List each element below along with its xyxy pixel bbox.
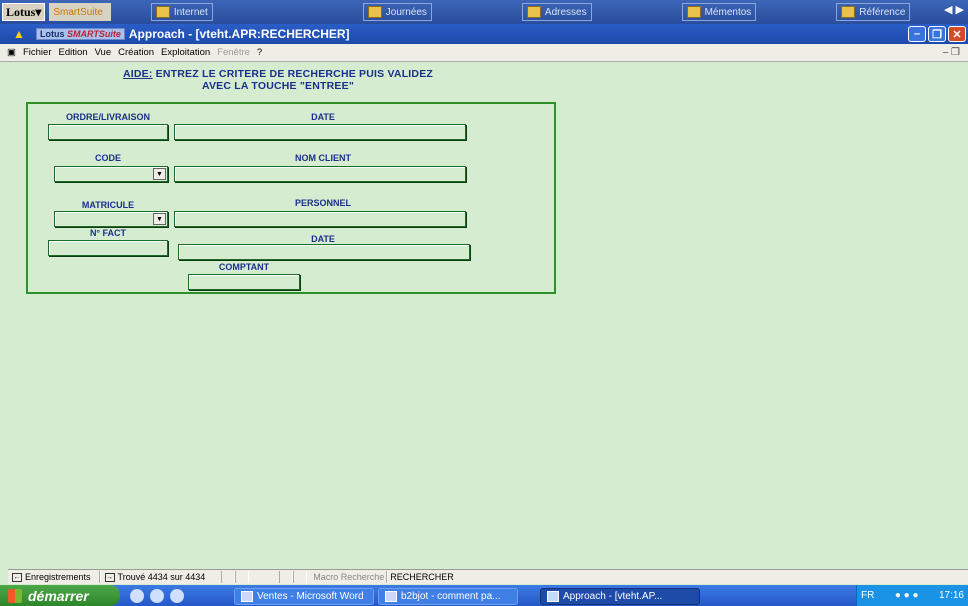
menu-fichier[interactable]: Fichier xyxy=(23,47,52,58)
lotus-menu-button[interactable]: Lotus ▾ xyxy=(2,3,46,21)
search-form: ORDRE/LIVRAISON DATE CODE NOM CLIENT ▼ M… xyxy=(26,102,556,294)
status-bar: ← Enregistrements → Trouvé 4434 sur 4434… xyxy=(8,569,968,584)
chevron-down-icon[interactable]: ▼ xyxy=(153,213,166,225)
messenger-icon xyxy=(385,591,397,602)
menu-vue[interactable]: Vue xyxy=(95,47,112,58)
adresses-tab[interactable]: Adresses xyxy=(521,3,592,21)
menu-exploitation[interactable]: Exploitation xyxy=(161,47,210,58)
menu-edition[interactable]: Edition xyxy=(59,47,88,58)
ie-icon[interactable] xyxy=(130,588,144,603)
suite-scroll-icon[interactable]: ◀ ▶ xyxy=(944,3,964,16)
internet-icon xyxy=(155,6,170,18)
internet-tab[interactable]: Internet xyxy=(150,3,213,21)
label-ordre-livraison: ORDRE/LIVRAISON xyxy=(65,112,150,122)
tray-icons[interactable]: ● ● ● xyxy=(895,590,919,601)
label-personnel: PERSONNEL xyxy=(294,198,351,208)
label-comptant: COMPTANT xyxy=(218,262,270,272)
minimize-button[interactable]: – xyxy=(908,26,926,42)
code-dropdown[interactable]: ▼ xyxy=(54,166,168,182)
title-bar: ▲ Lotus SMARTSuite Approach - [vteht.APR… xyxy=(0,24,968,44)
help-line-1: ENTREZ LE CRITERE DE RECHERCHE PUIS VALI… xyxy=(152,68,434,80)
help-text: AIDE: ENTREZ LE CRITERE DE RECHERCHE PUI… xyxy=(8,68,548,92)
label-code: CODE xyxy=(94,153,121,163)
help-label: AIDE: xyxy=(122,68,153,80)
matricule-dropdown[interactable]: ▼ xyxy=(54,211,168,227)
help-line-2: AVEC LA TOUCHE "ENTREE" xyxy=(201,80,355,92)
smartsuite-tab[interactable]: SmartSuite xyxy=(49,3,111,21)
n-fact-field[interactable] xyxy=(48,240,168,256)
label-date-2: DATE xyxy=(311,234,335,244)
approach-app-icon: ▲ xyxy=(13,27,25,41)
notes-icon xyxy=(686,6,701,18)
chevron-down-icon[interactable]: ▼ xyxy=(153,168,166,180)
label-date: DATE xyxy=(311,112,335,122)
smartsuite-bar: Lotus ▾ SmartSuite Internet Journées Adre… xyxy=(0,0,968,24)
macro-label: Macro Recherche xyxy=(313,572,385,582)
date-2-field[interactable] xyxy=(178,244,470,260)
browser-icon[interactable] xyxy=(150,588,164,603)
records-label: Enregistrements xyxy=(25,572,91,582)
nom-client-field[interactable] xyxy=(174,166,466,182)
taskbar: démarrer Ventes - Microsoft Word b2bjot … xyxy=(0,585,968,606)
macro-value[interactable]: RECHERCHER xyxy=(390,572,454,582)
found-count: Trouvé 4434 sur 4434 xyxy=(117,572,206,582)
taskbar-b2bjot[interactable]: b2bjot - comment pa... xyxy=(378,588,518,605)
window-title: Approach - [vteht.APR:RECHERCHER] xyxy=(128,27,350,41)
menu-help[interactable]: ? xyxy=(257,47,262,58)
taskbar-word[interactable]: Ventes - Microsoft Word xyxy=(234,588,374,605)
ordre-livraison-field[interactable] xyxy=(48,124,168,140)
comptant-field[interactable] xyxy=(188,274,300,290)
found-icon[interactable]: → xyxy=(104,572,115,582)
quick-launch xyxy=(130,588,184,603)
restore-button[interactable]: ❐ xyxy=(928,26,946,42)
menu-creation[interactable]: Création xyxy=(118,47,154,58)
document-icon: ▣ xyxy=(7,47,16,58)
menu-bar: ▣ Fichier Edition Vue Création Exploitat… xyxy=(0,44,968,62)
mdi-controls[interactable]: – ❐ xyxy=(943,47,960,58)
journees-tab[interactable]: Journées xyxy=(362,3,432,21)
label-n-fact: N° FACT xyxy=(89,228,127,238)
windows-logo-icon xyxy=(8,588,22,603)
label-matricule: MATRICULE xyxy=(81,200,135,210)
calendar-icon xyxy=(367,6,382,18)
personnel-field[interactable] xyxy=(174,211,466,227)
start-button[interactable]: démarrer xyxy=(0,585,120,606)
mementos-tab[interactable]: Mémentos xyxy=(681,3,757,21)
close-button[interactable]: ✕ xyxy=(948,26,966,42)
address-book-icon xyxy=(526,6,541,18)
language-indicator[interactable]: FR xyxy=(861,590,874,601)
smartsuite-logo: Lotus SMARTSuite xyxy=(36,28,125,40)
messenger-icon[interactable] xyxy=(170,588,184,603)
word-icon xyxy=(241,591,253,602)
approach-icon xyxy=(547,591,559,602)
date-field[interactable] xyxy=(174,124,466,140)
clock[interactable]: 17:16 xyxy=(939,590,964,601)
taskbar-approach[interactable]: Approach - [vteht.AP... xyxy=(540,588,700,605)
system-tray: FR ● ● ● 17:16 xyxy=(856,585,968,606)
form-canvas: AIDE: ENTREZ LE CRITERE DE RECHERCHE PUI… xyxy=(8,62,968,571)
label-nom-client: NOM CLIENT xyxy=(295,153,351,163)
checkmark-icon xyxy=(841,6,856,18)
menu-fenetre[interactable]: Fenêtre xyxy=(217,47,250,58)
records-icon[interactable]: ← xyxy=(12,572,22,582)
reference-tab[interactable]: Référence xyxy=(836,3,911,21)
